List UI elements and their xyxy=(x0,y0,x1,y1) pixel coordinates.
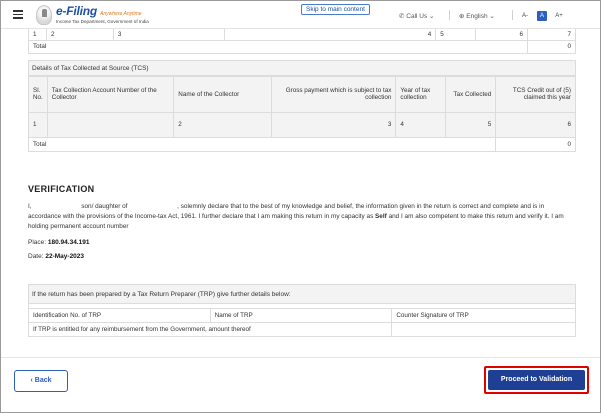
skip-to-main-link[interactable]: Skip to main content xyxy=(301,4,370,15)
header-divider xyxy=(512,10,513,20)
table-cell: 6 xyxy=(475,29,529,41)
trp-reimbursement-label: If TRP is entitled for any reimbursement… xyxy=(27,322,393,337)
table-cell: 3 xyxy=(270,111,397,138)
phone-icon: ✆ xyxy=(399,13,405,20)
column-header: Tax Collection Account Number of the Col… xyxy=(46,75,175,113)
column-header: Year of tax collection xyxy=(395,75,447,113)
font-default-button[interactable]: A xyxy=(537,11,547,21)
total-value: 0 xyxy=(495,136,576,152)
tds-table: 1 2 3 4 5 6 7 Total 0 xyxy=(27,29,576,54)
declaration-capacity: Self xyxy=(375,213,387,220)
table-total-row: Total 0 xyxy=(27,39,576,54)
verification-title: VERIFICATION xyxy=(28,184,95,194)
verification-date: Date: 22-May-2023 xyxy=(28,253,576,260)
font-increase-button[interactable]: A+ xyxy=(554,11,564,21)
table-row: 1 2 3 4 5 6 7 xyxy=(28,29,576,41)
column-header: TCS Credit out of (5) claimed this year xyxy=(495,75,576,113)
table-cell: 2 xyxy=(45,29,114,41)
page-frame: e-Filing Anywhere Anytime Income Tax Depa… xyxy=(0,0,601,413)
globe-icon: ⊕ xyxy=(459,13,465,20)
site-header: e-Filing Anywhere Anytime Income Tax Depa… xyxy=(1,1,600,29)
table-cell: 2 xyxy=(173,111,272,138)
tcs-table: Sl. No. Tax Collection Account Number of… xyxy=(27,75,576,152)
table-cell: 1 xyxy=(28,111,48,138)
table-total-row: Total 0 xyxy=(27,136,576,152)
total-label: Total xyxy=(27,136,497,152)
back-label: Back xyxy=(34,377,52,384)
trp-table: Identification No. of TRP Name of TRP Co… xyxy=(27,308,576,337)
verification-place: Place: 180.94.34.191 xyxy=(28,239,576,246)
column-header: Sl. No. xyxy=(28,75,48,113)
trp-reimbursement-value xyxy=(391,322,576,337)
trp-id-header: Identification No. of TRP xyxy=(28,308,211,323)
table-row: Identification No. of TRP Name of TRP Co… xyxy=(28,308,576,323)
header-divider xyxy=(449,10,450,20)
call-us-label: Call Us xyxy=(406,13,428,20)
table-cell: 4 xyxy=(223,29,437,41)
back-button[interactable]: ‹ Back xyxy=(14,370,68,392)
total-value: 0 xyxy=(527,39,576,54)
table-cell: 5 xyxy=(445,111,497,138)
trp-title: If the return has been prepared by a Tax… xyxy=(28,284,576,304)
proceed-highlight: Proceed to Validation xyxy=(484,366,589,394)
column-header: Tax Collected xyxy=(445,75,497,113)
emblem-logo-icon xyxy=(36,5,52,25)
trp-signature-header: Counter Signature of TRP xyxy=(391,308,576,323)
brand-tagline: Anywhere Anytime xyxy=(100,11,142,17)
table-row: 1 2 3 4 5 6 xyxy=(28,111,576,138)
column-header: Name of the Collector xyxy=(173,75,272,113)
verification-section: VERIFICATION I, son/ daughter of , solem… xyxy=(28,184,576,260)
brand-logo[interactable]: e-Filing Anywhere Anytime Income Tax Depa… xyxy=(56,4,149,24)
call-us-button[interactable]: ✆ Call Us ⌄ xyxy=(399,12,434,20)
chevron-left-icon: ‹ xyxy=(30,377,33,384)
chevron-down-icon: ⌄ xyxy=(489,13,495,20)
menu-icon[interactable] xyxy=(13,10,23,19)
total-label: Total xyxy=(27,39,529,54)
footer-divider xyxy=(1,357,600,358)
proceed-to-validation-button[interactable]: Proceed to Validation xyxy=(488,370,585,390)
table-cell: 3 xyxy=(112,29,225,41)
column-header: Gross payment which is subject to tax co… xyxy=(270,75,397,113)
table-cell: 5 xyxy=(435,29,477,41)
table-cell: 7 xyxy=(527,29,576,41)
place-value: 180.94.34.191 xyxy=(47,239,90,246)
tax-tables: 1 2 3 4 5 6 7 Total 0 Details of Tax Col… xyxy=(27,29,576,152)
tcs-section-title: Details of Tax Collected at Source (TCS) xyxy=(28,59,576,76)
language-selector[interactable]: ⊕ English ⌄ xyxy=(459,12,495,20)
table-cell: 6 xyxy=(495,111,576,138)
font-decrease-button[interactable]: A- xyxy=(520,11,530,21)
brand-subtitle: Income Tax Department, Government of Ind… xyxy=(56,19,149,24)
table-cell: 4 xyxy=(395,111,447,138)
table-cell xyxy=(46,111,175,138)
date-label: Date: xyxy=(28,253,44,260)
verification-declaration: I, son/ daughter of , solemnly declare t… xyxy=(28,202,576,232)
chevron-down-icon: ⌄ xyxy=(429,13,435,20)
table-header-row: Sl. No. Tax Collection Account Number of… xyxy=(28,75,576,113)
language-label: English xyxy=(466,13,488,20)
brand-name: e-Filing xyxy=(56,4,98,18)
date-value: 22-May-2023 xyxy=(45,253,85,260)
table-row: If TRP is entitled for any reimbursement… xyxy=(27,322,576,337)
table-cell: 1 xyxy=(28,29,47,41)
trp-name-header: Name of TRP xyxy=(209,308,393,323)
place-label: Place: xyxy=(28,239,47,246)
trp-section: If the return has been prepared by a Tax… xyxy=(27,284,576,337)
